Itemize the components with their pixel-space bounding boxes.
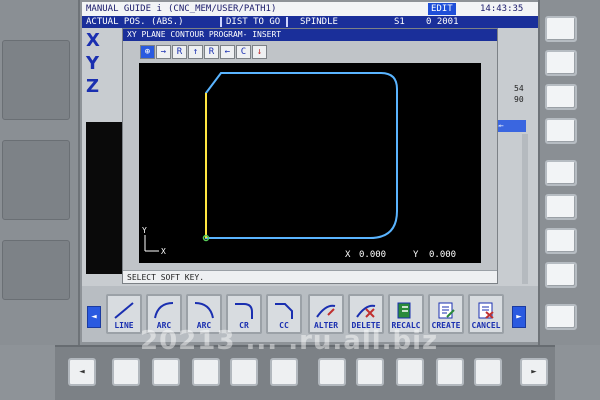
vertical-key-8[interactable] bbox=[545, 262, 577, 288]
right-value: 90 bbox=[514, 95, 524, 104]
y-coord-value: 0.000 bbox=[429, 250, 457, 260]
hardkey-6[interactable] bbox=[318, 358, 346, 386]
left-arrow-icon[interactable]: ← bbox=[220, 45, 235, 59]
cancel-icon bbox=[478, 302, 494, 319]
left-bezel bbox=[0, 0, 80, 345]
direction-toolbar: ⊕ → R ↑ R ← C ↓ bbox=[140, 45, 268, 59]
actual-pos-label: ACTUAL POS. (ABS.) bbox=[86, 17, 184, 27]
axis-z-label: Z bbox=[86, 76, 100, 97]
corner-chamfer-icon bbox=[275, 303, 293, 319]
x-coord-label: X bbox=[345, 250, 351, 260]
delete-icon bbox=[356, 304, 376, 318]
hardkey-2[interactable] bbox=[152, 358, 180, 386]
radius-icon[interactable]: R bbox=[204, 45, 219, 59]
arc-ccw-icon bbox=[194, 302, 214, 319]
axis-y-mini-label: Y bbox=[142, 226, 147, 235]
radius-icon[interactable]: R bbox=[172, 45, 187, 59]
axis-x-mini-label: X bbox=[161, 247, 166, 256]
x-coord-value: 0.000 bbox=[359, 250, 387, 260]
message-line: SELECT SOFT KEY. bbox=[123, 270, 497, 283]
softkey-next-button[interactable]: ► bbox=[512, 306, 526, 328]
create-icon bbox=[438, 302, 455, 319]
recalc-icon bbox=[397, 302, 411, 319]
bezel-slot bbox=[2, 240, 70, 300]
status-separator bbox=[286, 17, 288, 27]
axis-y-label: Y bbox=[86, 53, 100, 74]
contour-canvas[interactable]: Y X X 0.000 Y 0.000 bbox=[139, 63, 481, 263]
right-value: 54 bbox=[514, 84, 524, 93]
up-arrow-icon[interactable]: ↑ bbox=[188, 45, 203, 59]
vertical-key-5[interactable] bbox=[545, 160, 577, 186]
vertical-key-4[interactable] bbox=[545, 118, 577, 144]
left-panel-display bbox=[86, 122, 122, 274]
vertical-key-2[interactable] bbox=[545, 50, 577, 76]
hardkey-1[interactable] bbox=[112, 358, 140, 386]
axis-labels: X Y Z bbox=[86, 30, 116, 99]
softkey-label: LINE bbox=[114, 321, 134, 330]
dist-to-go-label: DIST TO GO bbox=[226, 17, 281, 27]
start-point-icon[interactable]: ⊕ bbox=[140, 45, 155, 59]
vertical-key-6[interactable] bbox=[545, 194, 577, 220]
corner-round-icon bbox=[235, 303, 253, 319]
spindle-value: 0 2001 bbox=[426, 17, 459, 27]
vertical-key-7[interactable] bbox=[545, 228, 577, 254]
hardkey-10[interactable] bbox=[474, 358, 502, 386]
contour-path bbox=[205, 72, 398, 239]
mode-title: MANUAL GUIDE i bbox=[86, 4, 162, 14]
hardkey-9[interactable] bbox=[436, 358, 464, 386]
softkey-prev-button[interactable]: ◄ bbox=[87, 306, 101, 328]
line-icon bbox=[114, 302, 134, 319]
hardkey-prev-arrow[interactable]: ◄ bbox=[68, 358, 96, 386]
watermark: 20213 ... .ru.all.biz bbox=[140, 326, 439, 356]
edit-mode-badge: EDIT bbox=[428, 3, 456, 15]
spindle-number: S1 bbox=[394, 17, 405, 27]
hardkey-7[interactable] bbox=[356, 358, 384, 386]
axis-x-label: X bbox=[86, 30, 100, 51]
status-separator bbox=[220, 17, 222, 27]
program-path: (CNC_MEM/USER/PATH1) bbox=[168, 4, 277, 14]
contour-drawing: Y X bbox=[142, 72, 398, 256]
contour-dialog: XY PLANE CONTOUR PROGRAM- INSERT ⊕ → R ↑… bbox=[122, 28, 498, 284]
status-bar: ACTUAL POS. (ABS.) DIST TO GO SPINDLE S1… bbox=[82, 16, 538, 28]
clock: 14:43:35 bbox=[480, 4, 524, 14]
vertical-key-9[interactable] bbox=[545, 304, 577, 330]
chamfer-icon[interactable]: C bbox=[236, 45, 251, 59]
alter-icon bbox=[316, 304, 336, 318]
arc-cw-icon bbox=[154, 302, 174, 319]
dialog-title: XY PLANE CONTOUR PROGRAM- INSERT bbox=[123, 29, 497, 41]
hardkey-next-arrow[interactable]: ► bbox=[520, 358, 548, 386]
bezel-slot bbox=[2, 140, 70, 220]
bezel-slot bbox=[2, 40, 70, 120]
title-bar: MANUAL GUIDE i (CNC_MEM/USER/PATH1) EDIT… bbox=[82, 2, 538, 16]
spindle-label: SPINDLE bbox=[300, 17, 338, 27]
softkey-cancel[interactable]: CANCEL bbox=[468, 294, 504, 334]
softkey-line[interactable]: LINE bbox=[106, 294, 142, 334]
y-coord-label: Y bbox=[413, 250, 419, 260]
hardkey-8[interactable] bbox=[396, 358, 424, 386]
hardkey-4[interactable] bbox=[230, 358, 258, 386]
vertical-key-3[interactable] bbox=[545, 84, 577, 110]
hardkey-3[interactable] bbox=[192, 358, 220, 386]
hardkey-5[interactable] bbox=[270, 358, 298, 386]
down-arrow-icon[interactable]: ↓ bbox=[252, 45, 267, 59]
vertical-key-1[interactable] bbox=[545, 16, 577, 42]
right-arrow-icon[interactable]: → bbox=[156, 45, 171, 59]
scrollbar[interactable] bbox=[522, 134, 528, 284]
cnc-screen: MANUAL GUIDE i (CNC_MEM/USER/PATH1) EDIT… bbox=[82, 2, 538, 342]
softkey-label: CANCEL bbox=[471, 321, 501, 330]
